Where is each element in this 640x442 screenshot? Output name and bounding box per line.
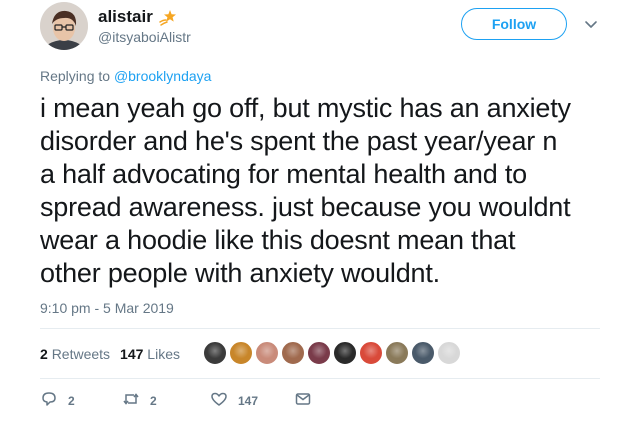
engagement-stats: 2 Retweets 147 Likes bbox=[40, 346, 180, 362]
divider bbox=[40, 378, 600, 379]
retweets-stat[interactable]: 2 Retweets bbox=[40, 346, 110, 362]
liker-avatar[interactable] bbox=[359, 341, 383, 365]
liker-avatar[interactable] bbox=[437, 341, 461, 365]
retweet-action[interactable]: 2 bbox=[122, 390, 210, 411]
liker-avatar[interactable] bbox=[307, 341, 331, 365]
replying-prefix: Replying to bbox=[40, 68, 111, 84]
retweets-count: 2 bbox=[40, 346, 48, 362]
chevron-down-icon[interactable] bbox=[583, 16, 599, 32]
tweet-text: i mean yeah go off, but mystic has an an… bbox=[40, 93, 571, 288]
display-name[interactable]: alistair bbox=[98, 7, 153, 27]
liker-avatar[interactable] bbox=[411, 341, 435, 365]
tweet-timestamp[interactable]: 9:10 pm - 5 Mar 2019 bbox=[40, 300, 174, 316]
likes-stat[interactable]: 147 Likes bbox=[120, 346, 180, 362]
like-action[interactable]: 147 bbox=[210, 390, 294, 411]
liker-avatar[interactable] bbox=[385, 341, 409, 365]
likes-label: Likes bbox=[147, 346, 180, 362]
reply-mention-link[interactable]: @brooklyndaya bbox=[114, 68, 212, 84]
avatar[interactable] bbox=[40, 2, 88, 50]
retweet-count: 2 bbox=[150, 393, 157, 408]
divider bbox=[40, 328, 600, 329]
reply-action[interactable]: 2 bbox=[40, 390, 110, 411]
envelope-icon bbox=[294, 390, 312, 411]
likes-count: 147 bbox=[120, 346, 144, 362]
direct-message-action[interactable] bbox=[294, 390, 312, 411]
liker-avatar[interactable] bbox=[333, 341, 357, 365]
author-name-row: alistair bbox=[98, 7, 177, 27]
liker-avatar[interactable] bbox=[255, 341, 279, 365]
retweets-label: Retweets bbox=[51, 346, 111, 362]
like-count: 147 bbox=[238, 393, 259, 408]
reply-icon bbox=[40, 390, 58, 411]
liker-avatar[interactable] bbox=[229, 341, 253, 365]
liker-avatar[interactable] bbox=[203, 341, 227, 365]
tweet-actions: 2 2 147 bbox=[40, 390, 312, 411]
replying-to: Replying to @brooklyndaya bbox=[40, 68, 211, 84]
shooting-star-icon bbox=[159, 8, 177, 26]
liker-avatars bbox=[203, 341, 463, 365]
heart-icon bbox=[210, 390, 228, 411]
follow-button[interactable]: Follow bbox=[461, 8, 567, 40]
reply-count: 2 bbox=[68, 393, 75, 408]
liker-avatar[interactable] bbox=[281, 341, 305, 365]
author-handle[interactable]: @itsyaboiAlistr bbox=[98, 29, 191, 45]
retweet-icon bbox=[122, 390, 140, 411]
